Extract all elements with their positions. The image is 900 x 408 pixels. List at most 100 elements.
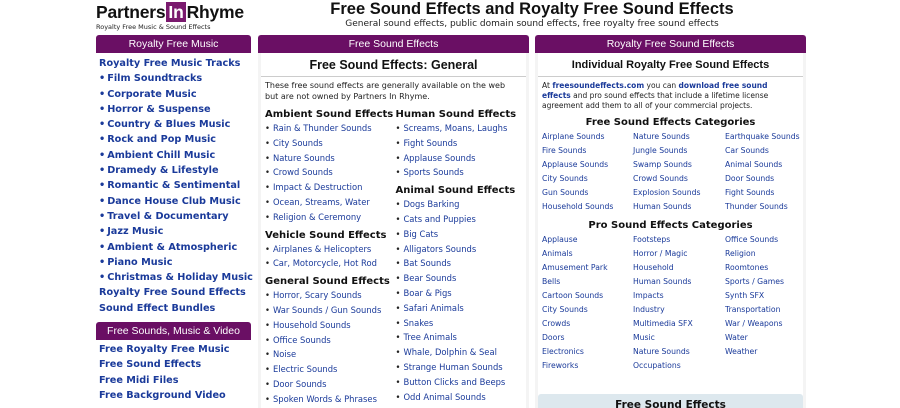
category-link[interactable]: Doors: [542, 331, 633, 345]
category-link[interactable]: Weather: [725, 345, 805, 359]
category-link[interactable]: Gun Sounds: [542, 186, 633, 200]
category-link[interactable]: Explosion Sounds: [633, 186, 725, 200]
category-link[interactable]: Car Sounds: [725, 144, 805, 158]
sidebar-link[interactable]: • Horror & Suspense: [99, 102, 251, 117]
sidebar-link[interactable]: • Piano Music: [99, 255, 251, 270]
sidebar-link[interactable]: • Ambient Chill Music: [99, 148, 251, 163]
category-link[interactable]: Amusement Park: [542, 261, 633, 275]
category-link[interactable]: Jungle Sounds: [633, 144, 725, 158]
category-link[interactable]: Human Sounds: [633, 200, 725, 214]
sound-category-link[interactable]: • Spoken Words & Phrases: [265, 392, 396, 407]
sound-category-link[interactable]: • Screams, Moans, Laughs: [396, 121, 527, 136]
category-link[interactable]: Fight Sounds: [725, 186, 805, 200]
sound-category-link[interactable]: • Dogs Barking: [396, 197, 527, 212]
category-link[interactable]: Door Sounds: [725, 172, 805, 186]
category-link[interactable]: Animal Sounds: [725, 158, 805, 172]
category-link[interactable]: Occupations: [633, 359, 725, 373]
sidebar-free-link[interactable]: Free Royalty Free Music: [99, 342, 251, 357]
sound-category-link[interactable]: • Horror, Scary Sounds: [265, 288, 396, 303]
sound-category-link[interactable]: • Fight Sounds: [396, 136, 527, 151]
sidebar-link[interactable]: Royalty Free Music Tracks: [99, 56, 251, 71]
category-link[interactable]: Human Sounds: [633, 275, 725, 289]
sound-category-link[interactable]: • Rain & Thunder Sounds: [265, 121, 396, 136]
category-link[interactable]: Bells: [542, 275, 633, 289]
category-link[interactable]: Airplane Sounds: [542, 130, 633, 144]
category-link[interactable]: Household Sounds: [542, 200, 633, 214]
sound-category-link[interactable]: • Cats and Puppies: [396, 212, 527, 227]
category-link[interactable]: Fire Sounds: [542, 144, 633, 158]
sound-category-link[interactable]: • Household Sounds: [265, 318, 396, 333]
category-link[interactable]: Fireworks: [542, 359, 633, 373]
sidebar-link[interactable]: • Dance House Club Music: [99, 194, 251, 209]
category-link[interactable]: Cartoon Sounds: [542, 289, 633, 303]
category-link[interactable]: Sports / Games: [725, 275, 805, 289]
site-link[interactable]: freesoundeffects.com: [552, 81, 644, 90]
sound-category-link[interactable]: • City Sounds: [265, 136, 396, 151]
category-link[interactable]: Crowd Sounds: [633, 172, 725, 186]
sound-category-link[interactable]: • Sports Sounds: [396, 165, 527, 180]
sound-category-link[interactable]: • Crowd Sounds: [265, 165, 396, 180]
sound-category-link[interactable]: • Odd Animal Sounds: [396, 390, 527, 405]
sound-category-link[interactable]: • Nature Sounds: [265, 151, 396, 166]
sound-category-link[interactable]: • Religion & Ceremony: [265, 210, 396, 225]
sidebar-free-link[interactable]: Free Background Video: [99, 388, 251, 403]
sound-category-link[interactable]: • Car, Motorcycle, Hot Rod: [265, 256, 396, 271]
sound-category-link[interactable]: • Strange Human Sounds: [396, 360, 527, 375]
category-link[interactable]: City Sounds: [542, 303, 633, 317]
sound-category-link[interactable]: • Electric Sounds: [265, 362, 396, 377]
sound-category-link[interactable]: • Big Cats: [396, 227, 527, 242]
sound-category-link[interactable]: • Applause Sounds: [396, 151, 527, 166]
sound-category-link[interactable]: • Alligators Sounds: [396, 242, 527, 257]
category-link[interactable]: Footsteps: [633, 233, 725, 247]
category-link[interactable]: Nature Sounds: [633, 130, 725, 144]
sound-category-link[interactable]: • Bat Sounds: [396, 256, 527, 271]
category-link[interactable]: Multimedia SFX: [633, 317, 725, 331]
category-link[interactable]: Applause: [542, 233, 633, 247]
sound-category-link[interactable]: • Safari Animals: [396, 301, 527, 316]
sound-category-link[interactable]: • Airplanes & Helicopters: [265, 242, 396, 257]
category-link[interactable]: Religion: [725, 247, 805, 261]
sidebar-link[interactable]: • Rock and Pop Music: [99, 132, 251, 147]
category-link[interactable]: Household: [633, 261, 725, 275]
category-link[interactable]: Office Sounds: [725, 233, 805, 247]
sidebar-link[interactable]: • Travel & Documentary: [99, 209, 251, 224]
sidebar-link[interactable]: • Romantic & Sentimental: [99, 178, 251, 193]
sound-category-link[interactable]: • Noise: [265, 347, 396, 362]
category-link[interactable]: Swamp Sounds: [633, 158, 725, 172]
category-link[interactable]: Animals: [542, 247, 633, 261]
category-link[interactable]: Transportation: [725, 303, 805, 317]
sound-category-link[interactable]: • Button Clicks and Beeps: [396, 375, 527, 390]
sidebar-link[interactable]: Sound Effect Bundles: [99, 301, 251, 316]
sidebar-link[interactable]: • Ambient & Atmospheric: [99, 240, 251, 255]
category-link[interactable]: Impacts: [633, 289, 725, 303]
category-link[interactable]: Electronics: [542, 345, 633, 359]
category-link[interactable]: Music: [633, 331, 725, 345]
sidebar-free-link[interactable]: Free Midi Files: [99, 373, 251, 388]
sound-category-link[interactable]: • Office Sounds: [265, 333, 396, 348]
site-logo[interactable]: Partners In Rhyme Royalty Free Music & Sou…: [96, 2, 256, 34]
category-link[interactable]: Water: [725, 331, 805, 345]
category-link[interactable]: City Sounds: [542, 172, 633, 186]
category-link[interactable]: Nature Sounds: [633, 345, 725, 359]
sidebar-link[interactable]: • Country & Blues Music: [99, 117, 251, 132]
sound-category-link[interactable]: • Bear Sounds: [396, 271, 527, 286]
sidebar-link[interactable]: • Film Soundtracks: [99, 71, 251, 86]
category-link[interactable]: [725, 359, 805, 373]
sidebar-free-link[interactable]: Free Sound Effects: [99, 357, 251, 372]
sound-category-link[interactable]: • Tree Animals: [396, 330, 527, 345]
sidebar-link[interactable]: • Christmas & Holiday Music: [99, 270, 253, 285]
sidebar-link[interactable]: Royalty Free Sound Effects: [99, 285, 251, 300]
category-link[interactable]: Earthquake Sounds: [725, 130, 805, 144]
sound-category-link[interactable]: • War Sounds / Gun Sounds: [265, 303, 396, 318]
category-link[interactable]: Applause Sounds: [542, 158, 633, 172]
sound-category-link[interactable]: • Boar & Pigs: [396, 286, 527, 301]
category-link[interactable]: Crowds: [542, 317, 633, 331]
sidebar-link[interactable]: • Dramedy & Lifestyle: [99, 163, 251, 178]
category-link[interactable]: Horror / Magic: [633, 247, 725, 261]
sidebar-link[interactable]: • Corporate Music: [99, 87, 251, 102]
category-link[interactable]: Roomtones: [725, 261, 805, 275]
category-link[interactable]: War / Weapons: [725, 317, 805, 331]
category-link[interactable]: Industry: [633, 303, 725, 317]
sound-category-link[interactable]: • Door Sounds: [265, 377, 396, 392]
sound-category-link[interactable]: • Snakes: [396, 316, 527, 331]
